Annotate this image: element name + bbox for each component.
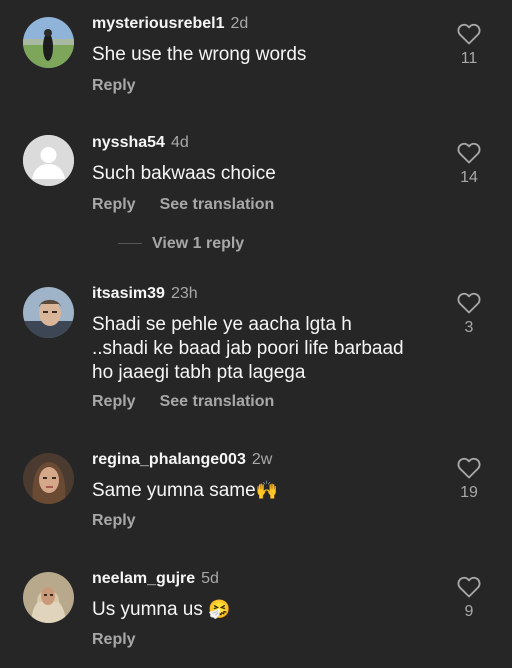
comment-text-body: Us yumna us [92,599,209,620]
username[interactable]: regina_phalange003 [92,451,246,468]
comment-text-body: Same yumna same [92,480,256,501]
heart-outline-icon[interactable] [457,23,481,45]
comment-actions: Reply [92,630,136,650]
reply-button[interactable]: Reply [92,512,136,529]
comment-meta: mysteriousrebel1 2d [92,14,248,34]
avatar[interactable] [23,135,74,186]
like-button[interactable]: 19 [452,457,486,503]
timestamp: 2w [251,451,273,468]
comment-text: Shadi se pehle ye aacha lgta h ..shadi k… [92,314,404,383]
sneezing-face-emoji: 🤧 [208,599,231,620]
reply-button[interactable]: Reply [92,77,136,94]
raised-hands-emoji: 🙌 [255,480,279,501]
comment-meta: neelam_gujre 5d [92,569,219,589]
username[interactable]: nyssha54 [92,134,165,151]
comment-actions: Reply See translation [92,195,274,215]
see-translation-button[interactable]: See translation [160,393,275,410]
reply-button[interactable]: Reply [92,196,136,213]
comment-actions: Reply [92,511,136,531]
avatar[interactable] [23,17,74,68]
timestamp: 23h [170,285,198,302]
timestamp: 4d [170,134,189,151]
comment-actions: Reply [92,76,136,96]
comment-text: Us yumna us 🤧 [92,598,422,622]
timestamp: 2d [230,15,249,32]
comment-meta: regina_phalange003 2w [92,450,272,470]
username[interactable]: neelam_gujre [92,570,195,587]
like-count: 9 [464,603,474,620]
like-count: 3 [464,319,474,336]
timestamp: 5d [201,570,219,587]
username[interactable]: itsasim39 [92,285,165,302]
username[interactable]: mysteriousrebel1 [92,15,225,32]
comment-text: Same yumna same🙌 [92,479,422,503]
default-avatar-icon [23,135,74,186]
like-count: 19 [460,484,478,501]
heart-outline-icon[interactable] [457,457,481,479]
heart-outline-icon[interactable] [457,142,481,164]
reply-button[interactable]: Reply [92,393,136,410]
like-button[interactable]: 3 [452,292,486,338]
reply-button[interactable]: Reply [92,631,136,648]
see-translation-button[interactable]: See translation [160,196,275,213]
comment-meta: itsasim39 23h [92,284,198,304]
like-button[interactable]: 14 [452,142,486,188]
reply-divider-line [118,243,142,245]
like-count: 14 [460,169,478,186]
heart-outline-icon[interactable] [457,576,481,598]
heart-outline-icon[interactable] [457,292,481,314]
like-button[interactable]: 9 [452,576,486,622]
like-button[interactable]: 11 [452,23,486,69]
comment-meta: nyssha54 4d [92,133,189,153]
avatar[interactable] [23,453,74,504]
view-replies-button[interactable]: View 1 reply [118,234,244,254]
comment-text: She use the wrong words [92,44,307,65]
avatar[interactable] [23,287,74,338]
comment-actions: Reply See translation [92,392,274,412]
avatar[interactable] [23,572,74,623]
like-count: 11 [460,50,478,67]
comment-text: Such bakwaas choice [92,163,276,184]
view-replies-label[interactable]: View 1 reply [152,235,244,252]
